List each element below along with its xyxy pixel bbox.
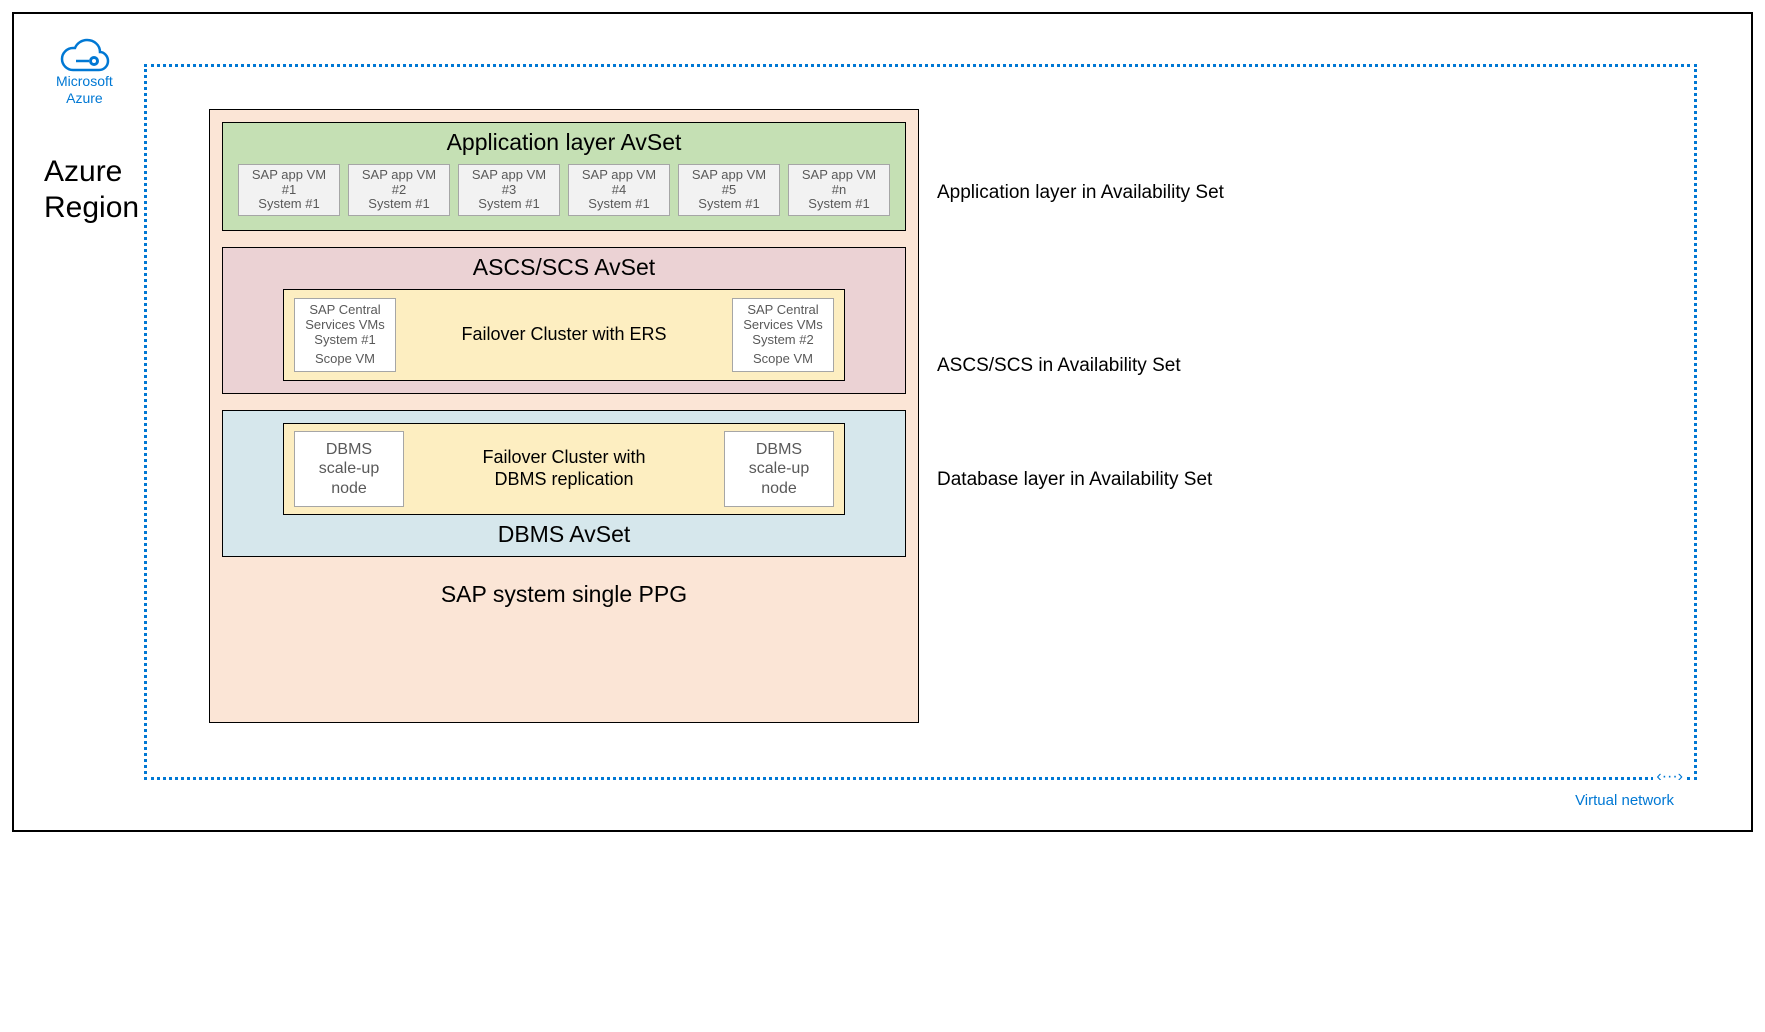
vnet-icon: ‹···›: [1653, 768, 1686, 786]
scs-avset-title: ASCS/SCS AvSet: [233, 248, 895, 289]
app-vm-row: SAP app VM#1System #1 SAP app VM#2System…: [233, 164, 895, 216]
app-avset-title: Application layer AvSet: [233, 123, 895, 164]
ppg-title: SAP system single PPG: [222, 573, 906, 620]
app-layer-avset: Application layer AvSet SAP app VM#1Syst…: [222, 122, 906, 231]
dbms-failover-cluster: DBMS scale-up node Failover Cluster with…: [283, 423, 845, 515]
sap-central-services-vm: SAP Central Services VMs System #1 Scope…: [294, 298, 396, 372]
region-label: Azure Region: [44, 154, 139, 226]
ppg-container: Application layer AvSet SAP app VM#1Syst…: [209, 109, 919, 723]
dbms-avset-title: DBMS AvSet: [233, 515, 895, 556]
diagram-frame: Microsoft Azure Azure Region ‹···› Virtu…: [12, 12, 1753, 832]
ascs-scs-avset: ASCS/SCS AvSet SAP Central Services VMs …: [222, 247, 906, 394]
virtual-network-boundary: ‹···› Virtual network Application layer …: [144, 64, 1697, 780]
sap-app-vm: SAP app VM#5System #1: [678, 164, 780, 216]
sap-app-vm: SAP app VM#nSystem #1: [788, 164, 890, 216]
dbms-failover-label: Failover Cluster with DBMS replication: [404, 447, 724, 490]
side-label-app: Application layer in Availability Set: [937, 182, 1224, 204]
azure-logo-text-2: Azure: [56, 91, 113, 106]
dbms-scaleup-node: DBMS scale-up node: [724, 431, 834, 507]
scs-failover-cluster: SAP Central Services VMs System #1 Scope…: [283, 289, 845, 381]
sap-central-services-vm: SAP Central Services VMs System #2 Scope…: [732, 298, 834, 372]
sap-app-vm: SAP app VM#4System #1: [568, 164, 670, 216]
azure-logo-text-1: Microsoft: [56, 74, 113, 89]
vnet-label: Virtual network: [1575, 792, 1674, 809]
side-label-db: Database layer in Availability Set: [937, 469, 1212, 491]
azure-cloud-icon: [56, 32, 112, 72]
dbms-avset: DBMS scale-up node Failover Cluster with…: [222, 410, 906, 557]
side-label-scs: ASCS/SCS in Availability Set: [937, 355, 1181, 377]
scs-failover-label: Failover Cluster with ERS: [396, 324, 732, 346]
sap-app-vm: SAP app VM#2System #1: [348, 164, 450, 216]
sap-app-vm: SAP app VM#3System #1: [458, 164, 560, 216]
sap-app-vm: SAP app VM#1System #1: [238, 164, 340, 216]
azure-logo: Microsoft Azure: [50, 32, 119, 107]
dbms-scaleup-node: DBMS scale-up node: [294, 431, 404, 507]
